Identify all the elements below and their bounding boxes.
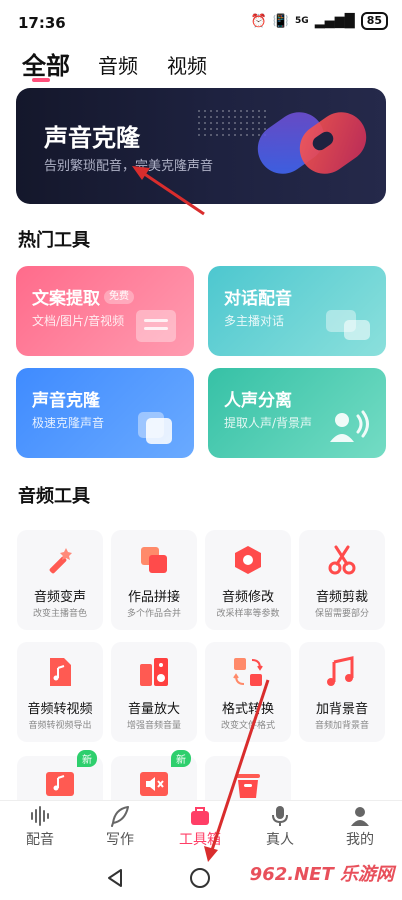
- tool-desc: 音频加背景音: [314, 721, 369, 731]
- status-icons: ⏰ 📳 5G ▂▄▆█ 85: [251, 12, 388, 30]
- waveform-icon: [31, 806, 49, 826]
- banner-title: 声音克隆: [44, 124, 140, 152]
- home-button[interactable]: [190, 868, 210, 888]
- tool-partial-2[interactable]: 新: [111, 750, 197, 800]
- microphone-icon: [272, 806, 288, 826]
- new-badge: 新: [171, 750, 191, 767]
- card-dialog-dub-subtitle: 多主播对话: [224, 314, 285, 328]
- watermark-logo: 962.NET 乐游网: [249, 864, 394, 885]
- nav-toolbox[interactable]: 工具箱: [170, 805, 230, 849]
- tool-name: 音频变声: [33, 590, 86, 605]
- hot-tools-heading: 热门工具: [18, 230, 90, 251]
- card-vocal-separate[interactable]: 人声分离 提取人声/背景声: [208, 368, 386, 458]
- trash-icon: [236, 774, 260, 798]
- system-nav-bar: 962.NET 乐游网: [0, 856, 402, 900]
- category-tabs: 全部 音频 视频: [0, 44, 402, 88]
- nav-label: 真人: [266, 832, 294, 848]
- card-voice-clone-title: 声音克隆: [32, 391, 100, 411]
- card-copy-extract-title: 文案提取 免费: [32, 284, 134, 309]
- status-time: 17:36: [18, 14, 66, 32]
- alarm-icon: ⏰: [250, 13, 267, 29]
- bottom-navigation: 配音 写作 工具箱 真人 我的: [0, 800, 402, 856]
- nav-real-person[interactable]: 真人: [250, 805, 310, 849]
- tool-desc: 改变文件格式: [220, 721, 275, 731]
- tool-audio-modify[interactable]: 音频修改 改采样率等参数: [205, 530, 291, 630]
- network-type: 5G: [295, 16, 309, 26]
- tab-all[interactable]: 全部: [22, 46, 70, 81]
- card-voice-clone[interactable]: 声音克隆 极速克隆声音: [16, 368, 194, 458]
- tool-name: 音频转视频: [27, 702, 93, 717]
- tool-audio-to-video[interactable]: 音频转视频 音频转视频导出: [17, 642, 103, 742]
- convert-icon: [233, 658, 263, 686]
- tab-audio[interactable]: 音频: [98, 50, 138, 79]
- tool-name: 格式转换: [221, 702, 274, 717]
- card-vocal-separate-title: 人声分离: [224, 391, 292, 411]
- card-dialog-dub[interactable]: 对话配音 多主播对话: [208, 266, 386, 356]
- chat-bubbles-icon: [326, 310, 370, 340]
- vibrate-icon: 📳: [272, 13, 290, 29]
- person-voice-icon: [330, 410, 369, 442]
- document-icon: [136, 310, 176, 342]
- magic-wand-icon: [49, 548, 72, 574]
- status-bar: 17:36 ⏰ 📳 5G ▂▄▆█ 85: [0, 0, 402, 44]
- card-voice-clone-subtitle: 极速克隆声音: [32, 416, 105, 430]
- tool-volume-boost[interactable]: 音量放大 增强音频音量: [111, 642, 197, 742]
- new-badge: 新: [77, 750, 97, 767]
- tool-desc: 改变主播音色: [32, 609, 87, 619]
- audio-tools-heading: 音频工具: [18, 486, 90, 507]
- music-file-icon: [50, 658, 71, 686]
- tool-partial-1[interactable]: 新: [17, 750, 103, 800]
- tool-voice-change[interactable]: 音频变声 改变主播音色: [17, 530, 103, 630]
- back-icon[interactable]: [106, 868, 124, 888]
- tool-audio-trim[interactable]: 音频剪裁 保留需要部分: [299, 530, 385, 630]
- tool-name: 加背景音: [315, 702, 368, 717]
- music-note-icon: [327, 656, 354, 686]
- tool-name: 作品拼接: [127, 590, 180, 605]
- nav-dubbing[interactable]: 配音: [10, 805, 70, 849]
- tool-desc: 音频转视频导出: [28, 721, 92, 731]
- card-dialog-dub-title: 对话配音: [224, 289, 292, 309]
- tool-format-convert[interactable]: 格式转换 改变文件格式: [205, 642, 291, 742]
- link-shape-illustration: [257, 112, 367, 174]
- banner-subtitle: 告别繁琐配音，完美克隆声音: [44, 159, 214, 174]
- free-badge: 免费: [104, 289, 134, 304]
- signal-icon: ▂▄▆█: [314, 13, 355, 29]
- tab-video[interactable]: 视频: [167, 50, 207, 79]
- nav-label: 写作: [106, 832, 134, 848]
- tool-desc: 多个作品合并: [126, 609, 181, 619]
- hex-nut-icon: [235, 546, 261, 574]
- feather-icon: [111, 806, 129, 827]
- person-icon: [351, 807, 369, 826]
- nav-mine[interactable]: 我的: [330, 805, 390, 849]
- nav-writing[interactable]: 写作: [90, 805, 150, 849]
- tool-add-bgm[interactable]: 加背景音 音频加背景音: [299, 642, 385, 742]
- tool-name: 音量放大: [127, 702, 180, 717]
- active-tab-indicator: [32, 78, 50, 82]
- copy-icon: [138, 412, 172, 444]
- tool-name: 音频剪裁: [315, 590, 368, 605]
- music-card-icon: [46, 772, 74, 796]
- card-copy-extract-label: 文案提取: [32, 289, 100, 309]
- toolbox-icon: [191, 807, 209, 825]
- scissors-icon: [328, 545, 356, 575]
- merge-icon: [141, 547, 167, 573]
- card-vocal-separate-subtitle: 提取人声/背景声: [224, 416, 313, 430]
- nav-label: 工具箱: [179, 832, 221, 848]
- tool-desc: 增强音频音量: [126, 721, 181, 731]
- tool-merge[interactable]: 作品拼接 多个作品合并: [111, 530, 197, 630]
- tool-desc: 保留需要部分: [314, 609, 369, 619]
- tool-name: 音频修改: [221, 590, 274, 605]
- nav-label: 配音: [26, 832, 54, 848]
- speaker-icon: [140, 658, 168, 686]
- mute-icon: [140, 772, 168, 796]
- tool-partial-3[interactable]: [205, 756, 291, 800]
- nav-label: 我的: [346, 832, 374, 848]
- card-copy-extract[interactable]: 文案提取 免费 文档/图片/音视频: [16, 266, 194, 356]
- card-copy-extract-subtitle: 文档/图片/音视频: [32, 314, 125, 328]
- voice-clone-banner[interactable]: 声音克隆 告别繁琐配音，完美克隆声音: [16, 88, 386, 204]
- tool-desc: 改采样率等参数: [216, 609, 280, 619]
- main-content: 声音克隆 告别繁琐配音，完美克隆声音 热门工具 文案提取 免费 文档/图片/音视…: [0, 88, 402, 800]
- battery-indicator: 85: [360, 12, 388, 30]
